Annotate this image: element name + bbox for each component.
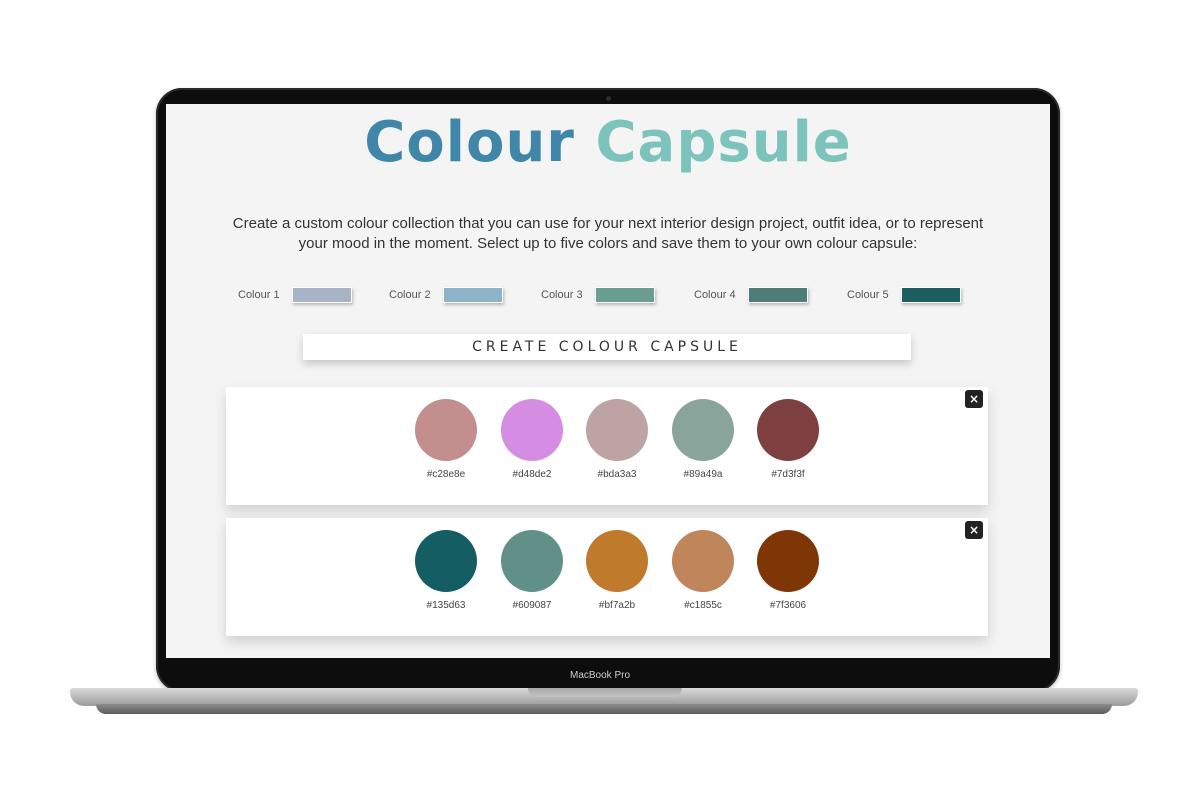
colour-picker-row: Colour 1 Colour 2 Colour 3 Colour 4 Colo…	[226, 284, 996, 306]
colour-swatch	[415, 530, 477, 592]
camera-icon	[606, 96, 611, 101]
colour-swatch	[672, 399, 734, 461]
app-title: Colour Capsule	[166, 110, 1050, 175]
swatch-item: #bf7a2b	[577, 530, 657, 611]
colour-swatch	[757, 399, 819, 461]
colour-picker-label: Colour 5	[847, 289, 889, 301]
swatch-item: #7f3606	[748, 530, 828, 611]
colour-picker-2: Colour 2	[389, 284, 503, 306]
close-icon[interactable]: ×	[965, 521, 983, 539]
hex-code: #bda3a3	[597, 469, 637, 480]
swatch-item: #609087	[492, 530, 572, 611]
title-word-colour: Colour	[364, 110, 575, 175]
colour-input-5[interactable]	[901, 287, 961, 303]
title-word-capsule: Capsule	[595, 110, 852, 175]
colour-input-3[interactable]	[595, 287, 655, 303]
hex-code: #89a49a	[683, 469, 723, 480]
colour-picker-label: Colour 1	[238, 289, 280, 301]
hex-code: #c1855c	[684, 600, 722, 611]
hex-code: #bf7a2b	[598, 600, 636, 611]
hex-code: #135d63	[426, 600, 466, 611]
hex-code: #c28e8e	[426, 469, 466, 480]
swatch-list: #135d63 #609087 #bf7a2b #c1855c #7f3606	[406, 530, 826, 625]
hex-code: #609087	[512, 600, 552, 611]
colour-picker-label: Colour 3	[541, 289, 583, 301]
device-label: MacBook Pro	[569, 670, 631, 681]
close-icon[interactable]: ×	[965, 390, 983, 408]
colour-picker-3: Colour 3	[541, 284, 655, 306]
hex-code: #d48de2	[512, 469, 552, 480]
colour-swatch	[501, 399, 563, 461]
laptop-mockup: Colour Capsule Create a custom colour co…	[0, 0, 1200, 800]
app-description: Create a custom colour collection that y…	[232, 215, 984, 252]
colour-swatch	[415, 399, 477, 461]
colour-picker-label: Colour 2	[389, 289, 431, 301]
swatch-item: #89a49a	[663, 399, 743, 480]
create-capsule-button[interactable]: CREATE COLOUR CAPSULE	[303, 334, 911, 360]
colour-input-4[interactable]	[748, 287, 808, 303]
hex-code: #7d3f3f	[771, 469, 805, 480]
colour-picker-4: Colour 4	[694, 284, 808, 306]
colour-input-1[interactable]	[292, 287, 352, 303]
swatch-item: #c28e8e	[406, 399, 486, 480]
colour-swatch	[672, 530, 734, 592]
colour-picker-label: Colour 4	[694, 289, 736, 301]
swatch-item: #bda3a3	[577, 399, 657, 480]
colour-swatch	[501, 530, 563, 592]
colour-swatch	[757, 530, 819, 592]
swatch-item: #d48de2	[492, 399, 572, 480]
colour-picker-1: Colour 1	[238, 284, 352, 306]
swatch-list: #c28e8e #d48de2 #bda3a3 #89a49a #7d3f3f	[406, 399, 826, 494]
laptop-notch	[528, 688, 682, 697]
laptop-base-shadow	[96, 704, 1112, 714]
colour-capsule-card: × #135d63 #609087 #bf7a2b #c1855c #7f360…	[226, 518, 988, 636]
hex-code: #7f3606	[769, 600, 807, 611]
swatch-item: #c1855c	[663, 530, 743, 611]
colour-swatch	[586, 530, 648, 592]
colour-swatch	[586, 399, 648, 461]
colour-picker-5: Colour 5	[847, 284, 961, 306]
colour-capsule-card: × #c28e8e #d48de2 #bda3a3 #89a49a #7d3f3…	[226, 387, 988, 505]
swatch-item: #135d63	[406, 530, 486, 611]
swatch-item: #7d3f3f	[748, 399, 828, 480]
app-window: Colour Capsule Create a custom colour co…	[166, 104, 1050, 658]
colour-input-2[interactable]	[443, 287, 503, 303]
